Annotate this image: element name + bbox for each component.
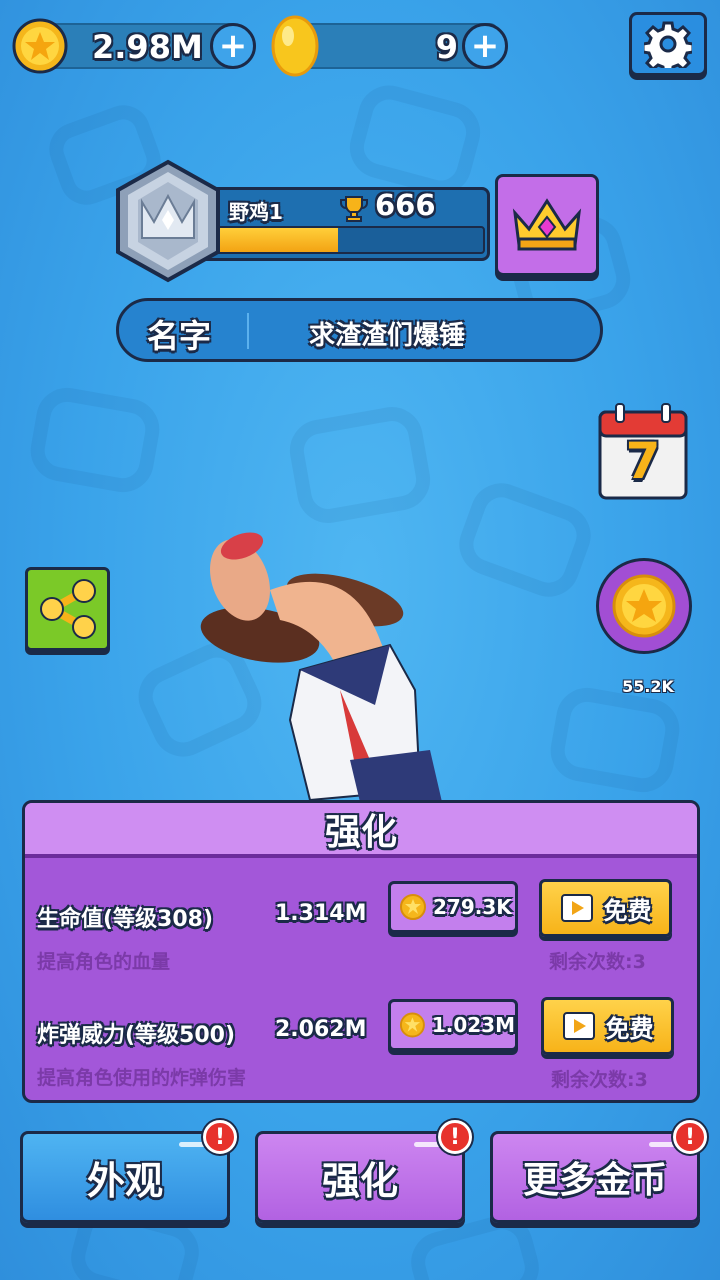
upgrade-panel-title: 强化 xyxy=(324,811,397,853)
alert-icon: ! xyxy=(438,1120,472,1154)
tab-appearance-label: 外观 xyxy=(86,1158,163,1203)
player-name-bar[interactable]: 名字 求渣渣们爆锤 xyxy=(116,298,603,362)
trophy-count: 666 xyxy=(375,188,436,222)
name-divider xyxy=(247,313,249,349)
hp-remaining-count: 剩余次数:3 xyxy=(549,951,646,973)
bomb-remaining-count: 剩余次数:3 xyxy=(551,1069,648,1091)
alert-icon: ! xyxy=(673,1120,707,1154)
add-gems-button[interactable]: + xyxy=(462,23,508,69)
hp-upgrade-cost: 279.3K xyxy=(433,895,512,919)
hp-upgrade-cost-button[interactable]: 279.3K xyxy=(388,881,518,933)
tab-upgrade-label: 强化 xyxy=(321,1158,398,1203)
player-name: 野鸡1 xyxy=(229,200,283,224)
add-coins-button[interactable]: + xyxy=(210,23,256,69)
crown-icon xyxy=(512,198,582,251)
settings-button[interactable] xyxy=(629,12,707,76)
star-coin-icon xyxy=(399,1012,425,1038)
alert-icon: ! xyxy=(203,1120,237,1154)
hp-upgrade-value: 1.314M xyxy=(275,901,367,926)
gems-value: 9 xyxy=(435,28,458,66)
coin-reward-value: 55.2K xyxy=(622,677,674,696)
bomb-upgrade-value: 2.062M xyxy=(275,1017,367,1042)
character-model xyxy=(200,532,442,802)
tab-more-coins[interactable]: 更多金币 ! xyxy=(490,1120,707,1223)
upgrade-panel-header: 强化 xyxy=(25,803,697,858)
player-level-panel: 野鸡1 666 xyxy=(196,187,490,261)
video-icon xyxy=(560,894,593,922)
trophy-icon xyxy=(340,196,368,222)
tab-appearance[interactable]: 外观 ! xyxy=(20,1120,237,1223)
star-coin-icon xyxy=(12,18,68,74)
bomb-free-label: 免费 xyxy=(605,1014,654,1043)
xp-progress-fill xyxy=(215,228,339,252)
name-value: 求渣渣们爆锤 xyxy=(309,321,466,351)
gold-gem-icon xyxy=(271,15,319,77)
upgrade-panel: 强化 生命值(等级308) 1.314M 提高角色的血量 279.3K 免费 剩… xyxy=(22,800,700,1103)
star-coin-icon xyxy=(612,574,676,638)
hp-free-video-button[interactable]: 免费 xyxy=(539,879,672,937)
vip-crown-button[interactable] xyxy=(495,174,599,276)
bomb-upgrade-title: 炸弹威力(等级500) xyxy=(37,1023,236,1048)
star-coin-icon xyxy=(400,894,426,920)
tab-upgrade[interactable]: 强化 ! xyxy=(255,1120,472,1223)
name-label: 名字 xyxy=(147,317,212,355)
gear-icon xyxy=(644,21,692,68)
hp-upgrade-description: 提高角色的血量 xyxy=(37,951,171,973)
share-button[interactable] xyxy=(25,567,110,651)
bomb-upgrade-description: 提高角色使用的炸弹伤害 xyxy=(37,1067,247,1089)
hp-upgrade-title: 生命值(等级308) xyxy=(37,907,214,932)
bomb-upgrade-cost-button[interactable]: 1.023M xyxy=(388,999,518,1051)
bomb-upgrade-cost: 1.023M xyxy=(431,1013,515,1037)
rank-badge-icon xyxy=(116,159,220,283)
calendar-day: 7 xyxy=(625,432,661,490)
xp-progress-bar xyxy=(213,226,485,254)
bomb-free-video-button[interactable]: 免费 xyxy=(541,997,674,1055)
daily-calendar-button[interactable]: 7 xyxy=(598,402,688,500)
share-icon xyxy=(39,579,96,639)
video-icon xyxy=(562,1012,595,1040)
coins-value: 2.98M xyxy=(92,28,203,66)
hp-free-label: 免费 xyxy=(603,896,652,925)
coin-reward-button[interactable] xyxy=(596,558,692,654)
tab-more-coins-label: 更多金币 xyxy=(522,1160,667,1201)
